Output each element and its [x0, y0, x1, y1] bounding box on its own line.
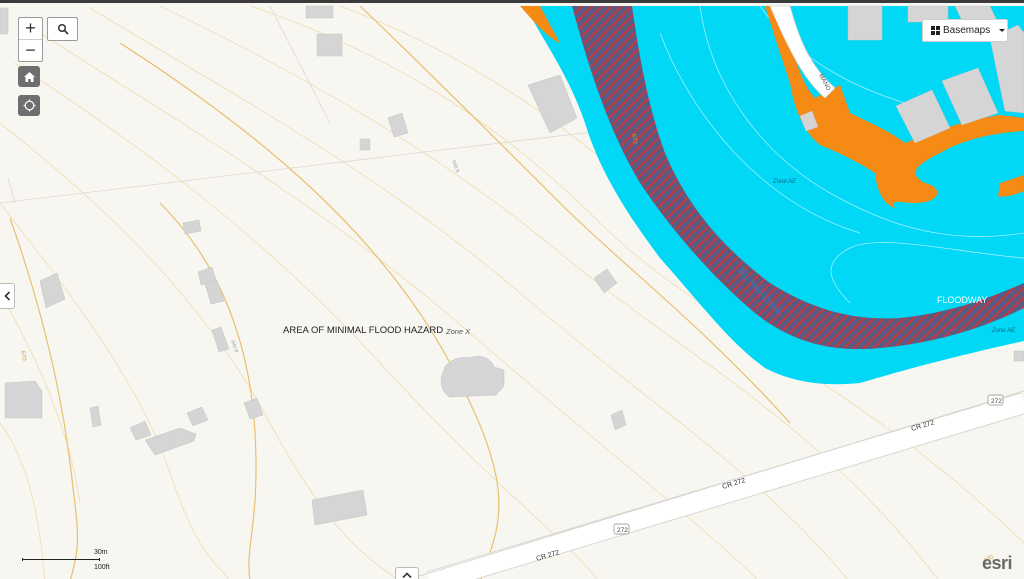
building: [89, 405, 102, 428]
zoom-control: + −: [18, 17, 43, 62]
grid-icon: [931, 26, 940, 35]
contour-label: 670: [19, 350, 27, 362]
building: [359, 138, 371, 151]
map-canvas[interactable]: AREA OF MINIMAL FLOOD HAZARD Zone X Zone…: [0, 3, 1024, 579]
zoom-out-button[interactable]: −: [19, 39, 42, 61]
building: [847, 5, 883, 41]
esri-logo[interactable]: esri: [982, 553, 1013, 574]
home-icon: [23, 71, 35, 82]
scale-imperial-label: 100ft: [94, 564, 110, 571]
search-button[interactable]: [47, 17, 78, 41]
building: [144, 427, 197, 456]
building: [311, 489, 368, 526]
route-shield: 272: [613, 523, 630, 535]
basemaps-button[interactable]: Basemaps: [922, 19, 1008, 42]
side-panel-toggle[interactable]: [0, 283, 15, 309]
zone-ae-label: Zone AE: [772, 179, 797, 185]
basemaps-label: Basemaps: [943, 25, 991, 36]
scale-bar: 30m 100ft: [22, 549, 112, 573]
building: [305, 5, 334, 19]
building: [4, 380, 43, 419]
locate-button[interactable]: [18, 95, 40, 116]
svg-text:272: 272: [617, 527, 628, 534]
building: [1013, 350, 1024, 362]
contour-label: 640 ft: [229, 340, 239, 354]
building: [387, 112, 409, 138]
caret-down-icon: [999, 29, 1006, 32]
building: [182, 219, 202, 235]
chevron-left-icon: [3, 291, 10, 301]
building: [593, 268, 618, 294]
building: [211, 326, 230, 353]
building: [39, 272, 66, 309]
chevron-up-icon: [402, 572, 412, 579]
building: [440, 355, 505, 398]
building: [204, 279, 225, 305]
building: [243, 397, 264, 420]
scale-metric-label: 30m: [94, 549, 108, 556]
building: [0, 7, 9, 35]
map-view[interactable]: AREA OF MINIMAL FLOOD HAZARD Zone X Zone…: [0, 0, 1024, 579]
floodway-label: FLOODWAY: [937, 295, 988, 305]
building: [186, 406, 209, 427]
building: [316, 33, 343, 57]
zoom-in-button[interactable]: +: [19, 18, 42, 39]
zone-ae-label-right: Zone AE: [991, 328, 1016, 334]
locate-icon: [23, 99, 35, 112]
building: [610, 409, 627, 431]
bottom-panel-toggle[interactable]: [395, 567, 419, 579]
home-button[interactable]: [18, 66, 40, 87]
route-shield: 272: [987, 394, 1004, 406]
zone-label: AREA OF MINIMAL FLOOD HAZARD: [283, 325, 443, 336]
zone-x-label: Zone X: [445, 327, 471, 336]
building: [129, 420, 152, 441]
scale-line: [22, 558, 100, 561]
search-icon: [57, 23, 69, 35]
svg-text:272: 272: [991, 398, 1002, 405]
